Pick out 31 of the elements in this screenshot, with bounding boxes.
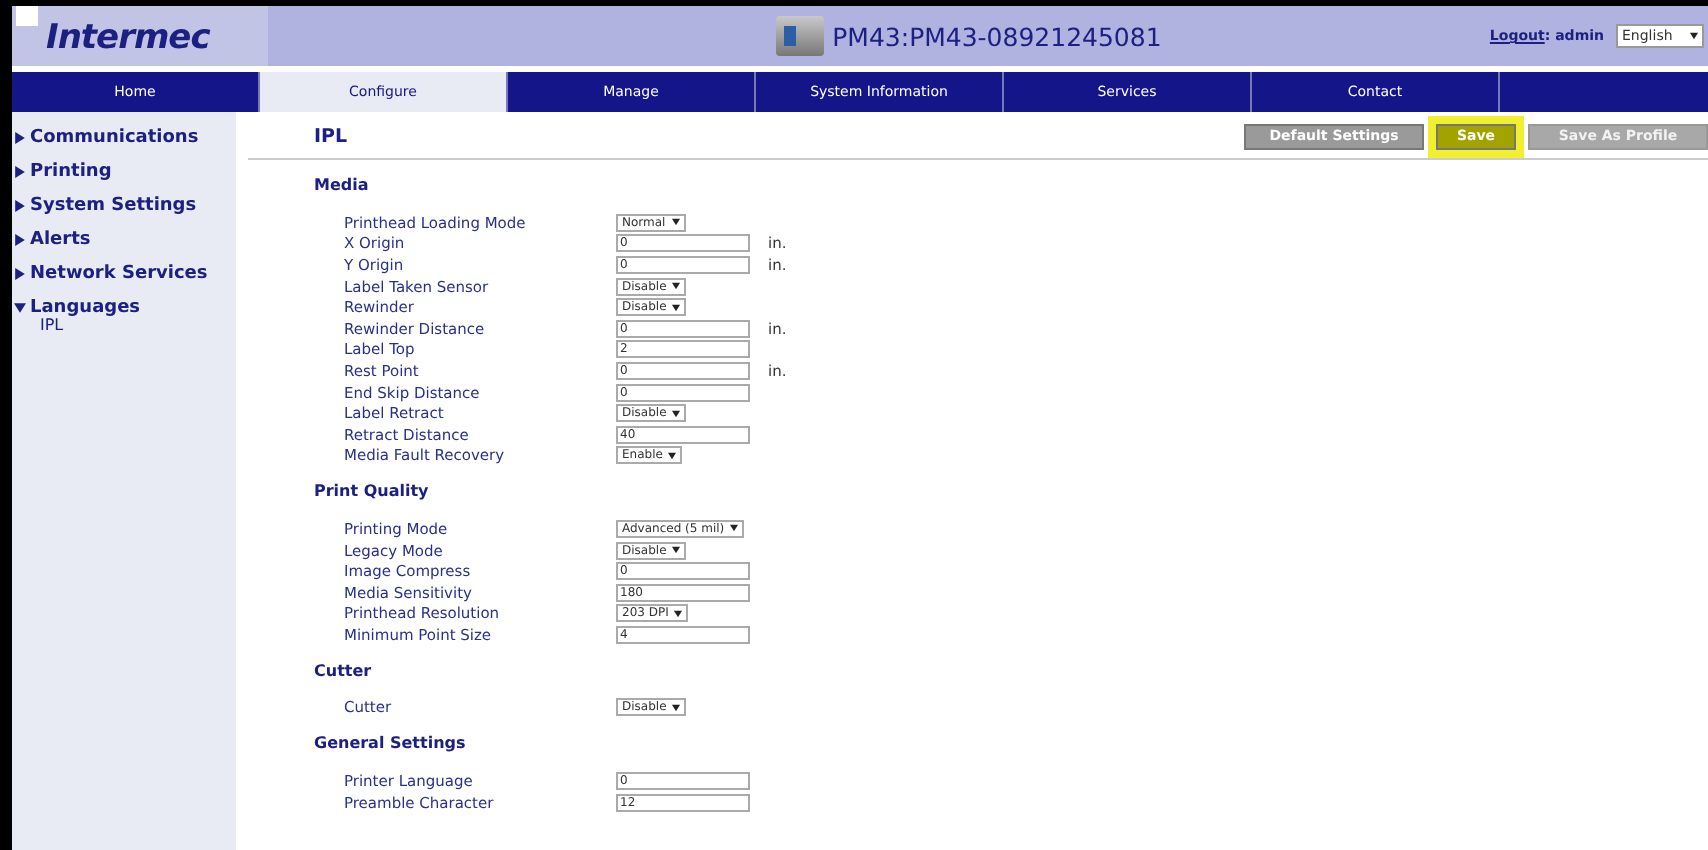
device-name: PM43:PM43-08921245081 <box>832 21 1162 51</box>
section-heading: Print Quality <box>312 482 431 505</box>
sidebar-item[interactable]: Printing <box>12 154 236 188</box>
caret-icon <box>671 218 680 227</box>
logo: Intermec <box>46 18 210 58</box>
caret-icon <box>668 451 677 460</box>
caret-icon <box>674 609 683 618</box>
triangle-icon <box>14 233 26 245</box>
caret-icon <box>1690 32 1698 40</box>
printer-icon <box>776 16 825 56</box>
triangle-icon <box>14 165 26 177</box>
triangle-icon <box>14 131 26 143</box>
caret-icon <box>672 303 681 312</box>
triangle-icon <box>14 199 26 211</box>
sidebar-item[interactable]: Network Services <box>12 256 236 290</box>
sidebar-subitem[interactable]: IPL <box>12 316 236 334</box>
sidebar-item[interactable]: Alerts <box>12 222 236 256</box>
section-heading: Media <box>312 176 371 198</box>
sidebar-item[interactable]: Communications <box>12 120 236 154</box>
logo-square-icon <box>16 6 38 26</box>
sidebar-item[interactable]: System Settings <box>12 188 236 222</box>
caret-icon <box>730 524 739 533</box>
caret-icon <box>672 546 681 555</box>
caret-icon <box>14 301 26 313</box>
page-title: IPL <box>312 125 348 147</box>
section-heading: Cutter <box>312 661 374 684</box>
triangle-icon <box>14 267 26 279</box>
section-heading: General Settings <box>312 734 468 757</box>
caret-icon <box>672 409 681 418</box>
caret-icon <box>672 703 681 712</box>
caret-icon <box>672 282 681 291</box>
